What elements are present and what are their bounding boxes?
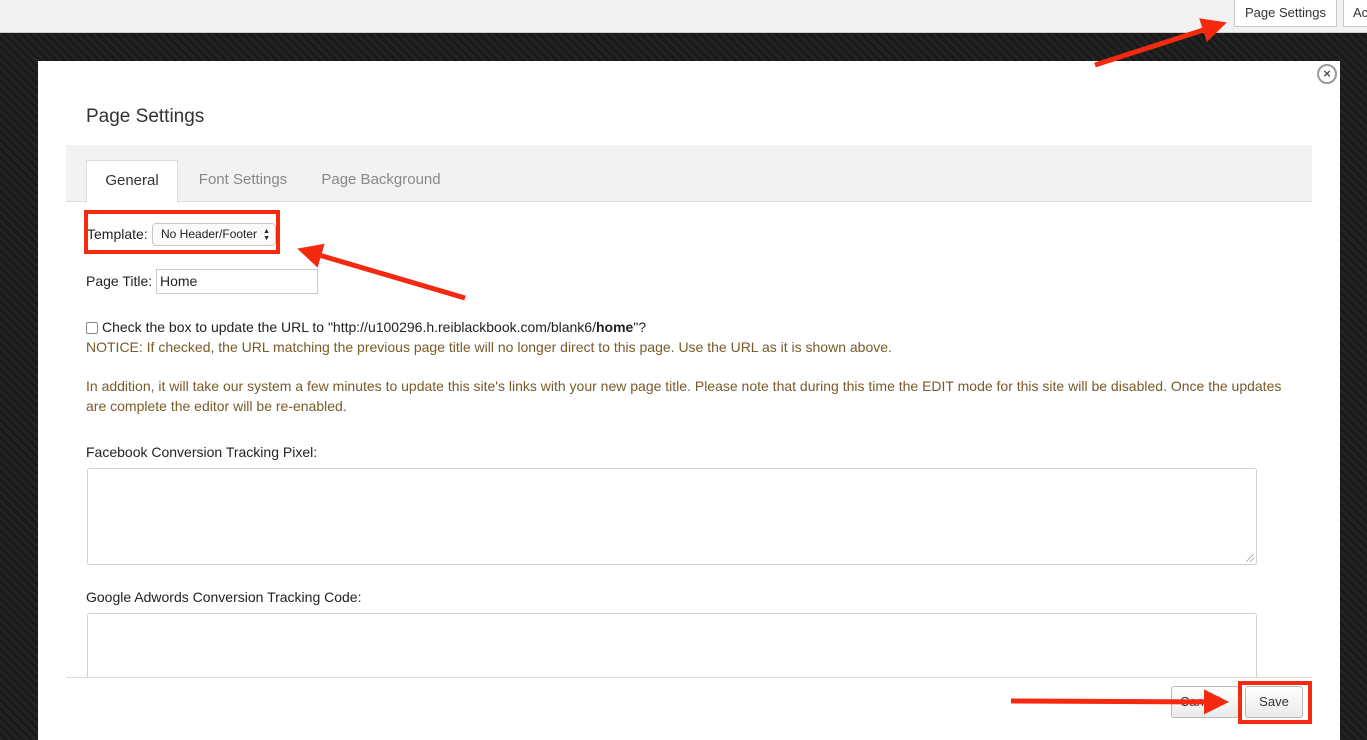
arrow-to-page-settings (1094, 18, 1227, 68)
arrow-to-save (1010, 689, 1229, 715)
annotation-arrows (297, 18, 1229, 715)
arrow-to-template (297, 243, 466, 301)
